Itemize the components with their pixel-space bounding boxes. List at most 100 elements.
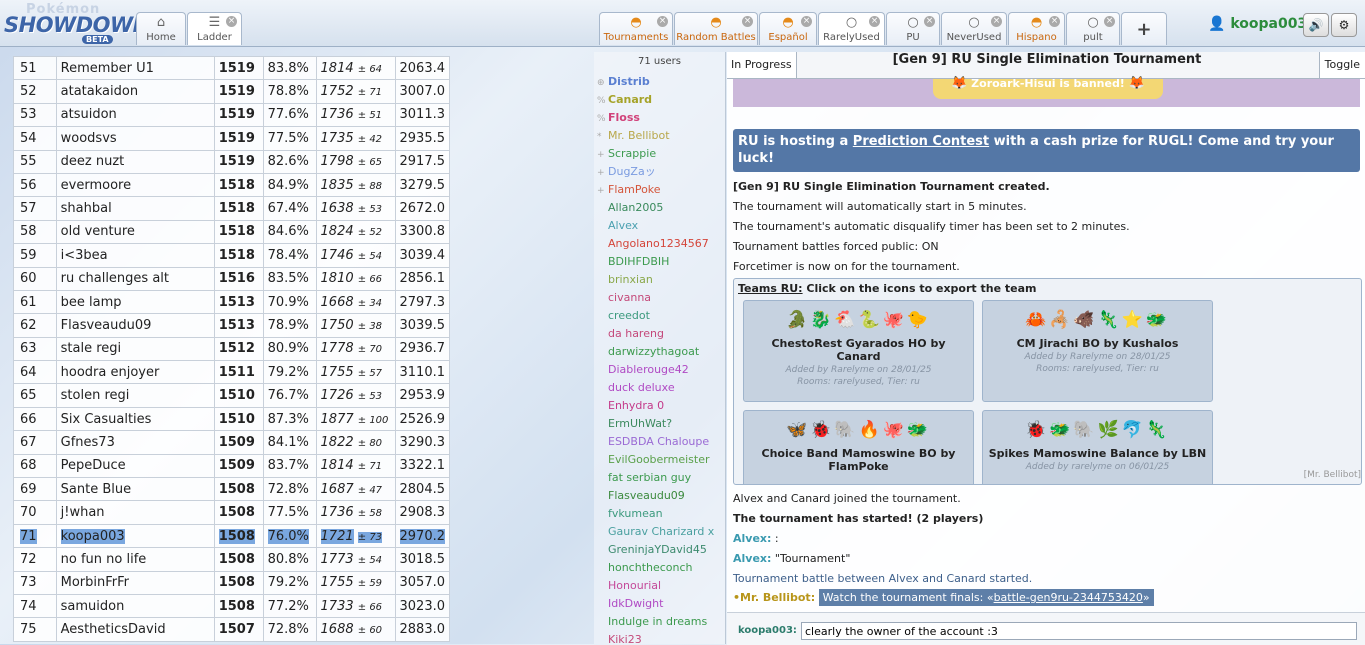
user-list-item[interactable]: GreninjaYDavid45 — [594, 541, 725, 559]
ladder-row[interactable]: 67 Gfnes73 1509 84.1% 1822 ± 80 3290.3 — [13, 430, 450, 455]
user-list-item[interactable]: Enhydra 0 — [594, 397, 725, 415]
close-icon[interactable]: × — [657, 16, 668, 27]
user-list-item[interactable]: ErmUhWat? — [594, 415, 725, 433]
close-icon[interactable]: × — [1104, 16, 1115, 27]
team-sprites[interactable]: 🐞🐲🐘🌿🐬🦎 — [983, 413, 1212, 447]
user-list-item[interactable]: + Scrappie — [594, 145, 725, 163]
ladder-cell-name[interactable]: Sante Blue — [55, 477, 215, 502]
user-list-item[interactable]: brinxian — [594, 271, 725, 289]
tab-random-battles[interactable]: ◓ × Random Battles — [674, 12, 758, 45]
close-icon[interactable]: × — [991, 16, 1002, 27]
user-list-item[interactable]: darwizzythagoat — [594, 343, 725, 361]
ladder-row[interactable]: 58 old venture 1518 84.6% 1824 ± 52 3300.8 — [13, 219, 450, 245]
ladder-cell-name[interactable]: woodsvs — [55, 126, 215, 151]
ladder-row[interactable]: 51 Remember U1 1519 83.8% 1814 ± 64 2063.4 — [13, 55, 450, 81]
team-sprites[interactable]: 🦋🐞🐘🔥🐙🐲 — [744, 413, 973, 447]
ladder-row[interactable]: 75 AestheticsDavid 1507 72.8% 1688 ± 60 2883.… — [13, 617, 450, 642]
user-list-item[interactable]: Angolano1234567 — [594, 235, 725, 253]
tab-hispano[interactable]: ◓ × Hispano — [1008, 12, 1065, 45]
ladder-row[interactable]: 52 atatakaidon 1519 78.8% 1752 ± 71 3007.0 — [13, 79, 450, 104]
user-list-item[interactable]: Flasveaudu09 — [594, 487, 725, 505]
ladder-cell-name[interactable]: bee lamp — [55, 289, 215, 315]
user-list-item[interactable]: * Mr. Bellibot — [594, 127, 725, 145]
new-tab-button[interactable]: + — [1121, 12, 1167, 45]
ladder-row[interactable]: 61 bee lamp 1513 70.9% 1668 ± 34 2797.3 — [13, 289, 450, 315]
toggle-button[interactable]: Toggle — [1318, 52, 1365, 78]
ladder-cell-name[interactable]: atatakaidon — [55, 79, 215, 104]
ladder-row[interactable]: 65 stolen regi 1510 76.7% 1726 ± 53 2953.9 — [13, 383, 450, 408]
user-list-item[interactable]: duck deluxe — [594, 379, 725, 397]
ladder-cell-name[interactable]: Gfnes73 — [55, 430, 215, 455]
team-card[interactable]: 🐊🐉🐔🐍🐙🐤 ChestoRest Gyarados HO by Canard … — [743, 300, 974, 402]
ladder-row[interactable]: 74 samuidon 1508 77.2% 1733 ± 66 3023.0 — [13, 593, 450, 619]
tab-ladder[interactable]: ☰ × Ladder — [187, 12, 242, 45]
user-list-item[interactable]: % Floss — [594, 109, 725, 127]
ladder-row[interactable]: 57 shahbal 1518 67.4% 1638 ± 53 2672.0 — [13, 196, 450, 221]
tab-home[interactable]: ⌂ Home — [136, 12, 186, 45]
ladder-cell-name[interactable]: old venture — [55, 219, 215, 245]
user-list[interactable]: 71 users ⊕ Distrib% Canard% Floss * Mr. Belli… — [594, 52, 726, 644]
ladder-cell-name[interactable]: stale regi — [55, 336, 215, 362]
user-list-item[interactable]: Kiki23 — [594, 631, 725, 644]
ladder-row[interactable]: 73 MorbinFrFr 1508 79.2% 1755 ± 59 3057.0 — [13, 570, 450, 595]
ladder-cell-name[interactable]: i<3bea — [55, 243, 215, 268]
ladder-row[interactable]: 64 hoodra enjoyer 1511 79.2% 1755 ± 57 3110.1 — [13, 360, 450, 385]
ladder-row[interactable]: 70 j!whan 1508 77.5% 1736 ± 58 2908.3 — [13, 500, 450, 525]
user-list-item[interactable]: BDIHFDBIH — [594, 253, 725, 271]
user-list-item[interactable]: + FlamPoke — [594, 181, 725, 199]
ladder-cell-name[interactable]: samuidon — [55, 593, 215, 619]
ladder-row[interactable]: 56 evermoore 1518 84.9% 1835 ± 88 3279.5 — [13, 172, 450, 198]
user-list-item[interactable]: civanna — [594, 289, 725, 307]
ladder-cell-name[interactable]: Flasveaudu09 — [55, 313, 215, 338]
user-list-item[interactable]: fat serbian guy — [594, 469, 725, 487]
user-list-item[interactable]: IdkDwight — [594, 595, 725, 613]
ladder-cell-name[interactable]: stolen regi — [55, 383, 215, 408]
tab-neverused[interactable]: ○ × NeverUsed — [941, 12, 1007, 45]
ladder-row[interactable]: 72 no fun no life 1508 80.8% 1773 ± 54 3018.5 — [13, 547, 450, 572]
ladder-cell-name[interactable]: evermoore — [55, 172, 215, 198]
ladder-row[interactable]: 62 Flasveaudu09 1513 78.9% 1750 ± 38 3039.5 — [13, 313, 450, 338]
ladder-row[interactable]: 66 Six Casualties 1510 87.3% 1877 ± 100 2526.… — [13, 406, 450, 432]
showdown-logo[interactable]: Pokémon SHOWDOWN! BETA — [4, 2, 159, 44]
user-list-item[interactable]: Honourial — [594, 577, 725, 595]
user-list-item[interactable]: + DugZaッ — [594, 163, 725, 181]
ladder-row[interactable]: 55 deez nuzt 1519 82.6% 1798 ± 65 2917.5 — [13, 149, 450, 174]
team-sprites[interactable]: 🦀🦂🐗🦎⭐🐲 — [983, 303, 1212, 337]
ladder-cell-name[interactable]: AestheticsDavid — [55, 617, 215, 642]
user-list-item[interactable]: % Canard — [594, 91, 725, 109]
settings-button[interactable]: ⚙ — [1331, 13, 1357, 37]
ladder-cell-name[interactable]: PepeDuce — [55, 453, 215, 479]
ladder-row[interactable]: 54 woodsvs 1519 77.5% 1735 ± 42 2935.5 — [13, 126, 450, 151]
chat-input[interactable] — [801, 622, 1357, 640]
chat-username[interactable]: •Mr. Bellibot: — [733, 591, 815, 604]
tab-pult[interactable]: ○ × pult — [1066, 12, 1120, 45]
close-icon[interactable]: × — [1049, 16, 1060, 27]
ladder-cell-name[interactable]: koopa003 — [55, 523, 215, 549]
tab-tournaments[interactable]: ◓ × Tournaments — [599, 12, 673, 45]
chat-username[interactable]: Alvex: — [733, 552, 771, 565]
ladder-cell-name[interactable]: ru challenges alt — [55, 266, 215, 291]
chat-username[interactable]: Alvex: — [733, 532, 771, 545]
teams-ru-link[interactable]: Teams RU: — [738, 282, 803, 295]
tab-pu[interactable]: ○ × PU — [886, 12, 940, 45]
ladder-cell-name[interactable]: Remember U1 — [55, 55, 215, 81]
user-list-item[interactable]: EvilGoobermeister — [594, 451, 725, 469]
close-icon[interactable]: × — [869, 16, 880, 27]
ladder-cell-name[interactable]: Six Casualties — [55, 406, 215, 432]
ladder-cell-name[interactable]: shahbal — [55, 196, 215, 221]
user-list-item[interactable]: Allan2005 — [594, 199, 725, 217]
ladder-row[interactable]: 60 ru challenges alt 1516 83.5% 1810 ± 66 285… — [13, 266, 450, 291]
ladder-cell-name[interactable]: hoodra enjoyer — [55, 360, 215, 385]
ladder-row[interactable]: 59 i<3bea 1518 78.4% 1746 ± 54 3039.4 — [13, 243, 450, 268]
team-card[interactable]: 🐞🐲🐘🌿🐬🦎 Spikes Mamoswine Balance by LBN A… — [982, 410, 1213, 484]
close-icon[interactable]: × — [801, 16, 812, 27]
prediction-contest-link[interactable]: Prediction Contest — [853, 134, 989, 149]
team-card[interactable]: 🦀🦂🐗🦎⭐🐲 CM Jirachi BO by Kushalos Added b… — [982, 300, 1213, 402]
close-icon[interactable]: × — [742, 16, 753, 27]
user-list-item[interactable]: honchtheconch — [594, 559, 725, 577]
team-sprites[interactable]: 🐊🐉🐔🐍🐙🐤 — [744, 303, 973, 337]
ladder-cell-name[interactable]: no fun no life — [55, 547, 215, 572]
ladder-cell-name[interactable]: MorbinFrFr — [55, 570, 215, 595]
battle-link[interactable]: battle-gen9ru-2344753420 — [994, 591, 1143, 604]
user-list-item[interactable]: Diablerouge42 — [594, 361, 725, 379]
